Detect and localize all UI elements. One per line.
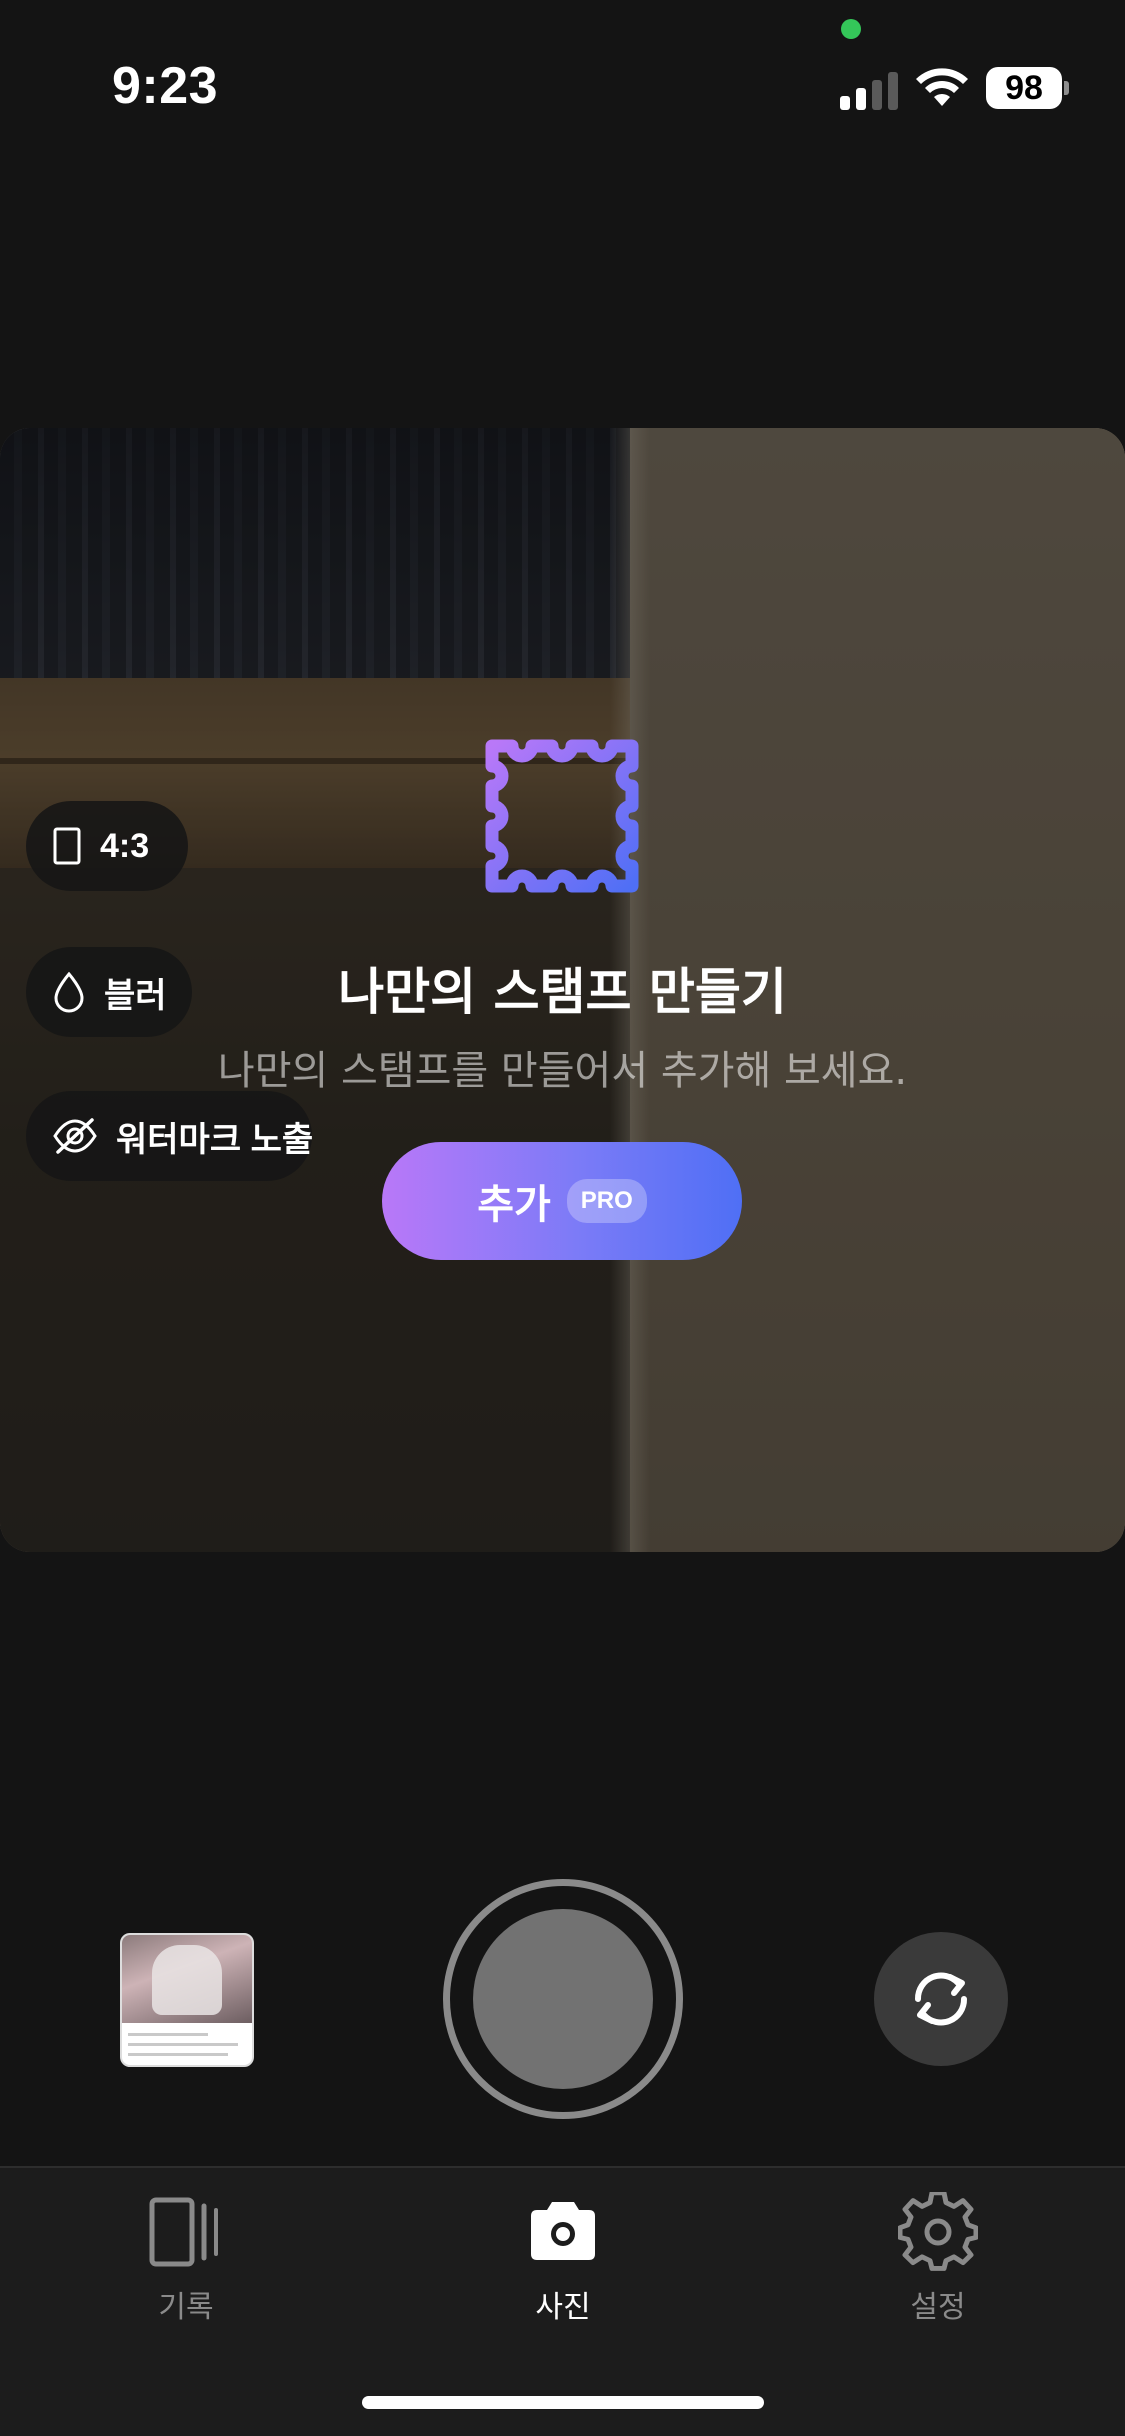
stamp-promo-title: 나만의 스탬프 만들기 <box>338 963 787 1021</box>
portrait-frame-icon <box>53 827 81 865</box>
recent-photo-thumbnail[interactable] <box>120 1933 254 2067</box>
add-stamp-button[interactable]: 추가 PRO <box>382 1142 742 1260</box>
camera-screen: 9:23 98 4:3 블러 워터마크 노출 나만의 스탬프 만들기 나만의 스… <box>0 0 1125 2436</box>
thumbnail-image <box>122 1935 252 2023</box>
pro-badge: PRO <box>566 1179 647 1223</box>
aspect-ratio-label: 4:3 <box>100 826 150 865</box>
flip-camera-icon <box>914 1972 968 2026</box>
eye-slash-icon <box>53 1118 97 1154</box>
status-time: 9:23 <box>112 57 219 115</box>
stamp-promo-subtitle: 나만의 스탬프를 만들어서 추가해 보세요. <box>217 1048 908 1094</box>
camera-icon <box>531 2202 595 2260</box>
history-cards-icon <box>149 2197 218 2267</box>
privacy-indicator-dot <box>841 19 861 39</box>
tab-settings-label: 설정 <box>910 2290 966 2325</box>
battery-cap <box>1064 81 1069 95</box>
stamp-icon <box>485 739 639 893</box>
wifi-icon <box>916 68 968 106</box>
tab-history[interactable]: 기록 <box>56 2192 316 2342</box>
watermark-toggle-button[interactable]: 워터마크 노출 <box>26 1091 314 1181</box>
battery-level: 98 <box>986 67 1062 109</box>
tab-settings[interactable]: 설정 <box>808 2192 1068 2342</box>
tab-photo[interactable]: 사진 <box>433 2192 693 2342</box>
shutter-inner <box>473 1909 653 2089</box>
tab-photo-label: 사진 <box>535 2290 591 2325</box>
watermark-label: 워터마크 노출 <box>116 1120 314 1159</box>
tab-history-label: 기록 <box>158 2290 214 2325</box>
gear-icon <box>898 2192 978 2271</box>
cellular-signal-icon <box>840 72 898 110</box>
add-stamp-label: 추가 <box>477 1182 551 1228</box>
aspect-ratio-button[interactable]: 4:3 <box>26 801 188 891</box>
home-indicator <box>362 2396 764 2409</box>
flip-camera-button[interactable] <box>874 1932 1008 2066</box>
shutter-button[interactable] <box>443 1879 683 2119</box>
battery-indicator: 98 <box>986 67 1069 109</box>
